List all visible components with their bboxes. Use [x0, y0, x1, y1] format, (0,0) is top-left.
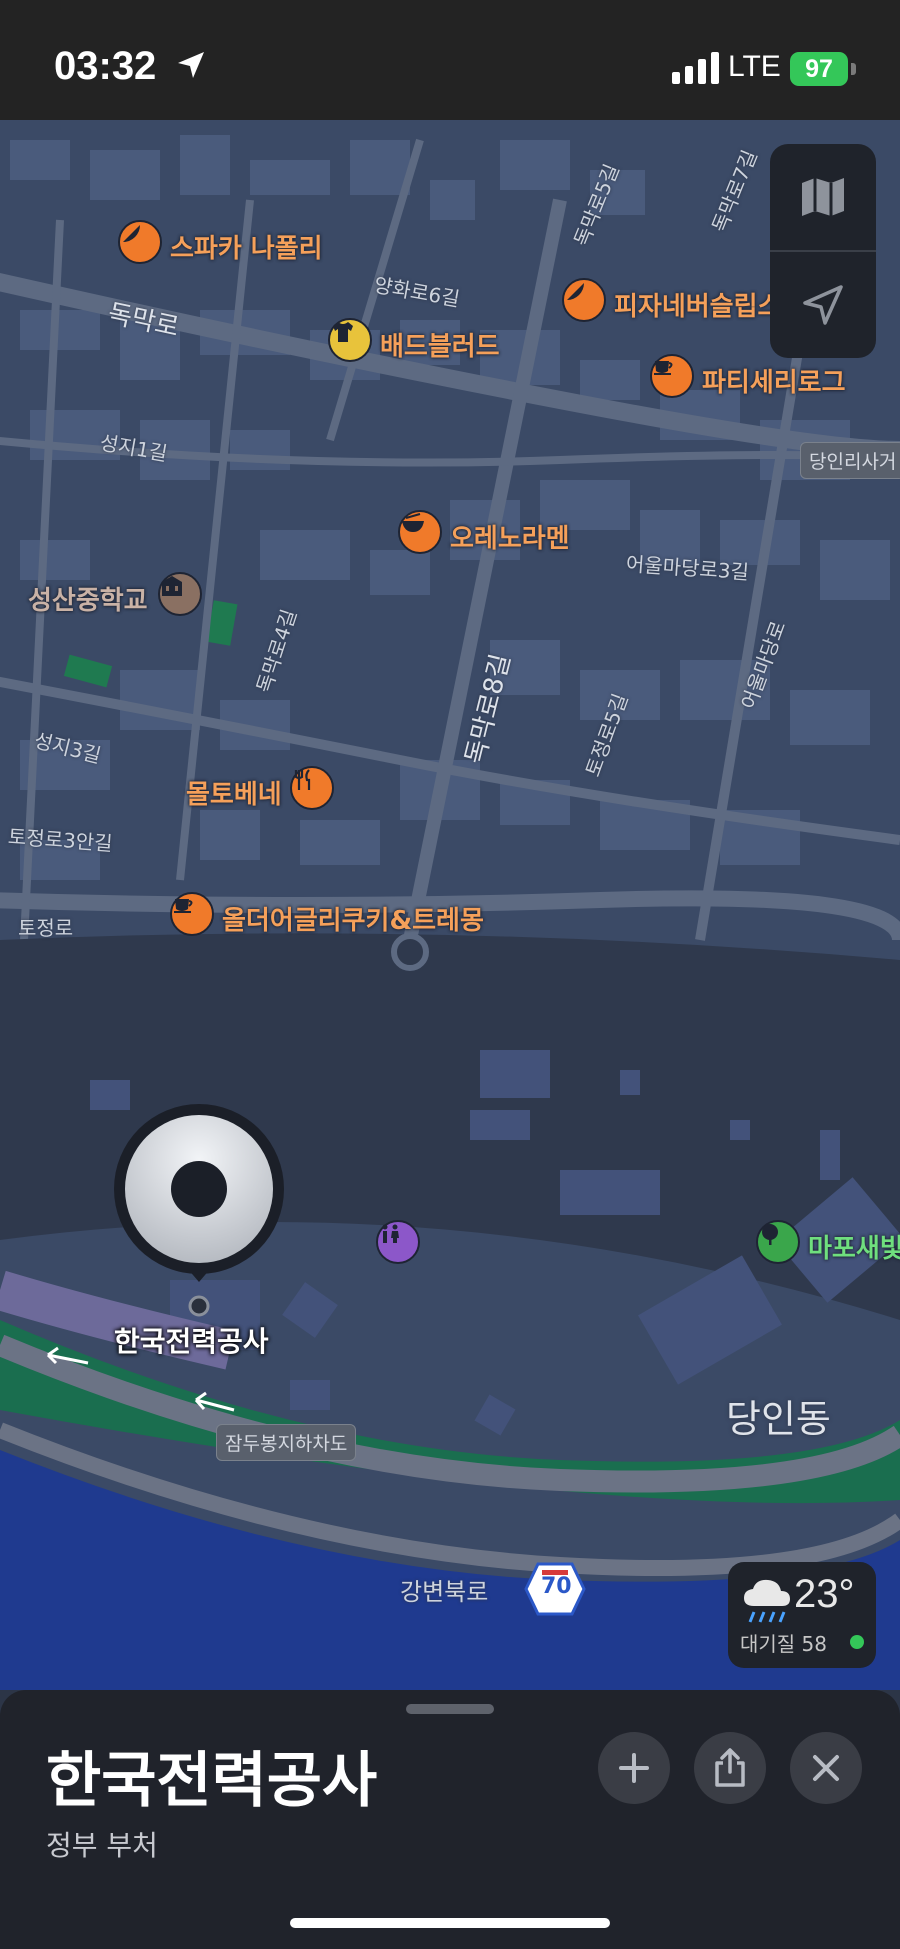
battery-indicator: 97: [790, 52, 848, 86]
plus-icon: [619, 1753, 649, 1783]
poi-restroom-icon[interactable]: [376, 1220, 420, 1264]
share-button[interactable]: [694, 1732, 766, 1804]
poi-spacca-pizza-icon[interactable]: [118, 220, 162, 264]
poi-orenoramen-ramen-bowl-icon[interactable]: [398, 510, 442, 554]
poi-olderguri-coffee-icon[interactable]: [170, 892, 214, 936]
poi-label-school[interactable]: 성산중학교: [28, 580, 148, 617]
weather-temperature: 23°: [794, 1572, 855, 1616]
place-detail-sheet[interactable]: 한국전력공사 정부 부처: [0, 1690, 900, 1949]
poi-moltobene-fork-knife-icon[interactable]: [290, 766, 334, 810]
battery-cap: [851, 63, 856, 75]
poi-label-badblood[interactable]: 배드블러드: [380, 326, 500, 363]
poi-label-orenoramen[interactable]: 오레노라멘: [450, 518, 570, 555]
poi-label-spacca[interactable]: 스파카 나폴리: [170, 228, 323, 265]
location-arrow-icon: [803, 285, 843, 325]
poi-school-icon[interactable]: [158, 572, 202, 616]
cellular-signal-icon: [672, 52, 719, 84]
poi-label-olderguri[interactable]: 올더어글리쿠키&트레몽: [222, 900, 484, 937]
poi-label-park[interactable]: 마포새빛: [808, 1228, 900, 1265]
map-icon: [802, 178, 844, 216]
pin-center-dot-icon: [171, 1161, 227, 1217]
place-title: 한국전력공사: [46, 1746, 378, 1816]
add-button[interactable]: [598, 1732, 670, 1804]
close-icon: [813, 1755, 839, 1781]
sheet-grabber[interactable]: [406, 1704, 494, 1714]
air-quality-label: 대기질 58: [740, 1632, 828, 1656]
place-category: 정부 부처: [46, 1829, 158, 1862]
poi-label-pizzane[interactable]: 피자네버슬립스: [614, 286, 781, 323]
rain-cloud-icon: [744, 1579, 790, 1623]
status-time: 03:32: [54, 44, 157, 88]
road-label-gangbyeon: 강변북로: [400, 1578, 489, 1606]
location-services-icon: [178, 52, 204, 78]
poi-label-moltobene[interactable]: 몰토베네: [186, 774, 282, 811]
close-button[interactable]: [790, 1732, 862, 1804]
poi-pizzane-pizza-icon[interactable]: [562, 278, 606, 322]
locate-me-button[interactable]: [770, 252, 876, 358]
pin-label[interactable]: 한국전력공사: [114, 1320, 269, 1360]
pin-pointer-icon: [187, 1268, 211, 1317]
highway-number: 70: [541, 1574, 572, 1599]
selected-place-pin[interactable]: [114, 1104, 284, 1274]
battery-level: 97: [805, 55, 833, 83]
map-view[interactable]: 스파카 나폴리 피자네버슬립스 배드블러드 파티세리로그 오레노라멘 성산중학교…: [0, 120, 900, 1690]
network-type: LTE: [728, 50, 781, 83]
pin-marker-disc: [125, 1115, 273, 1263]
map-controls-panel: [770, 144, 876, 358]
home-indicator[interactable]: [290, 1918, 610, 1928]
road-badge-jamdubong: 잠두봉지하차도: [216, 1424, 357, 1461]
area-label-dangin: 당인동: [726, 1397, 831, 1441]
share-icon: [715, 1748, 745, 1787]
poi-patisserie-coffee-icon[interactable]: [650, 354, 694, 398]
map-mode-button[interactable]: [770, 144, 876, 250]
road-label-tojeong: 토정로: [18, 916, 74, 940]
weather-widget[interactable]: 23° 대기질 58: [728, 1562, 876, 1668]
poi-park-tree-icon[interactable]: [756, 1220, 800, 1264]
poi-label-patisserie[interactable]: 파티세리로그: [702, 362, 846, 399]
road-badge-dangin: 당인리사거: [800, 442, 900, 479]
poi-badblood-tshirt-icon[interactable]: [328, 318, 372, 362]
air-quality-status-dot: [850, 1635, 864, 1649]
status-bar: 03:32 LTE 97: [0, 0, 900, 120]
